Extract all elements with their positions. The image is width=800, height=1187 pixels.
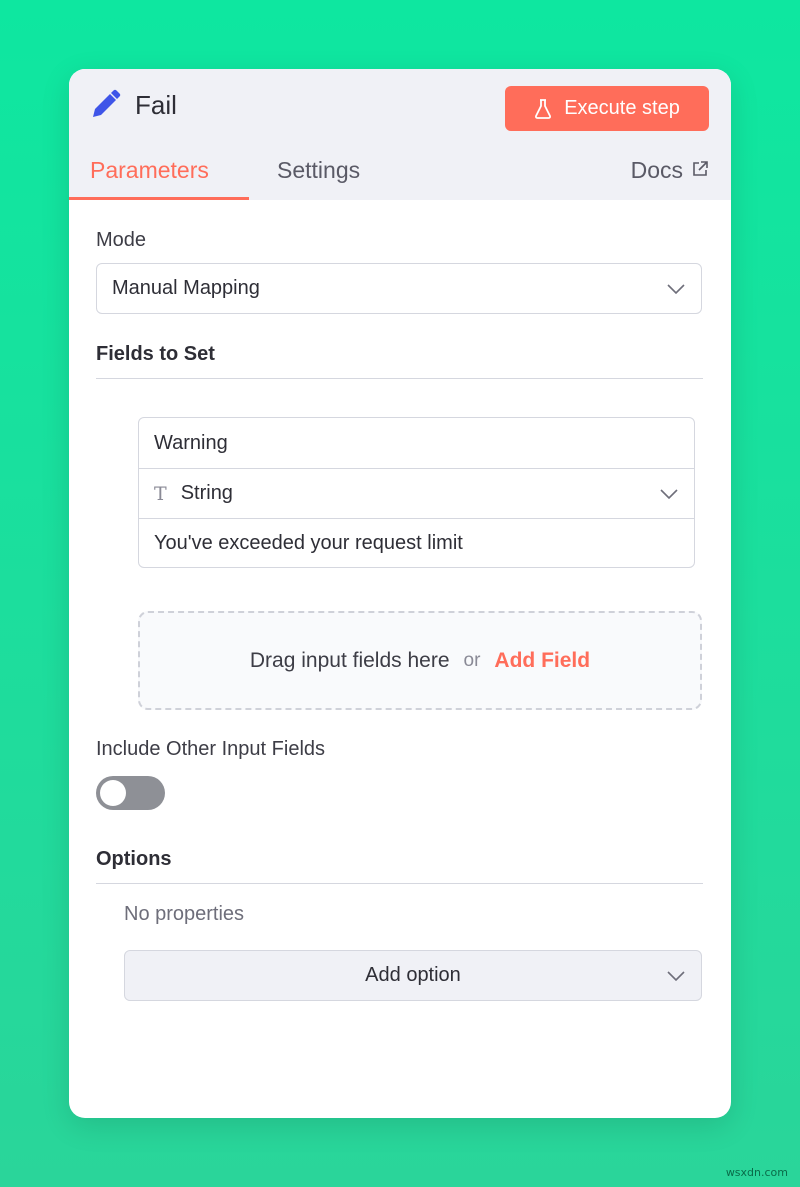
field-assignment: Warning T String You've exceeded your re… bbox=[138, 417, 695, 568]
add-option-button[interactable]: Add option bbox=[124, 950, 702, 1001]
watermark: wsxdn.com bbox=[725, 1166, 788, 1179]
field-value-input[interactable]: You've exceeded your request limit bbox=[139, 518, 694, 567]
mode-select-value: Manual Mapping bbox=[112, 277, 260, 299]
tab-bar: Parameters Settings Docs bbox=[69, 151, 731, 200]
dropzone-or: or bbox=[463, 649, 481, 671]
node-panel: Fail Execute step Parameters Settings Do… bbox=[69, 69, 731, 1118]
tab-docs[interactable]: Docs bbox=[631, 157, 709, 200]
chevron-down-icon bbox=[667, 283, 685, 294]
include-other-label: Include Other Input Fields bbox=[96, 738, 326, 760]
include-other-toggle[interactable] bbox=[96, 776, 165, 810]
mode-label: Mode bbox=[96, 229, 147, 251]
tab-settings[interactable]: Settings bbox=[277, 157, 360, 200]
node-title-row: Fail bbox=[89, 89, 177, 121]
tab-docs-label: Docs bbox=[630, 157, 683, 183]
tab-parameters-label: Parameters bbox=[90, 157, 209, 183]
dropzone-text: Drag input fields here bbox=[249, 648, 450, 672]
field-name-input[interactable]: Warning bbox=[139, 418, 694, 468]
tab-parameters[interactable]: Parameters bbox=[90, 157, 209, 200]
no-properties-text: No properties bbox=[124, 903, 245, 925]
execute-step-button[interactable]: Execute step bbox=[505, 86, 709, 131]
external-link-icon bbox=[693, 161, 708, 176]
active-tab-underline bbox=[69, 197, 249, 200]
add-field-link[interactable]: Add Field bbox=[494, 649, 590, 673]
toggle-knob bbox=[100, 780, 126, 806]
field-type-select[interactable]: T String bbox=[139, 468, 694, 518]
flask-icon bbox=[535, 98, 552, 119]
field-name-value: Warning bbox=[154, 431, 228, 454]
field-type-value: String bbox=[180, 482, 233, 504]
add-option-label: Add option bbox=[365, 964, 461, 986]
tab-settings-label: Settings bbox=[277, 157, 361, 183]
execute-step-label: Execute step bbox=[564, 97, 680, 119]
drop-fields-zone[interactable]: Drag input fields here or Add Field bbox=[138, 611, 702, 710]
node-title[interactable]: Fail bbox=[135, 90, 177, 121]
chevron-down-icon bbox=[660, 488, 678, 499]
text-type-icon: T bbox=[154, 482, 167, 505]
field-value-text: You've exceeded your request limit bbox=[154, 532, 463, 554]
fields-to-set-heading: Fields to Set bbox=[96, 343, 703, 379]
mode-select[interactable]: Manual Mapping bbox=[96, 263, 702, 314]
pencil-icon bbox=[93, 89, 121, 117]
options-heading: Options bbox=[96, 848, 703, 884]
panel-header: Fail Execute step Parameters Settings Do… bbox=[69, 69, 731, 200]
chevron-down-icon bbox=[667, 970, 685, 981]
